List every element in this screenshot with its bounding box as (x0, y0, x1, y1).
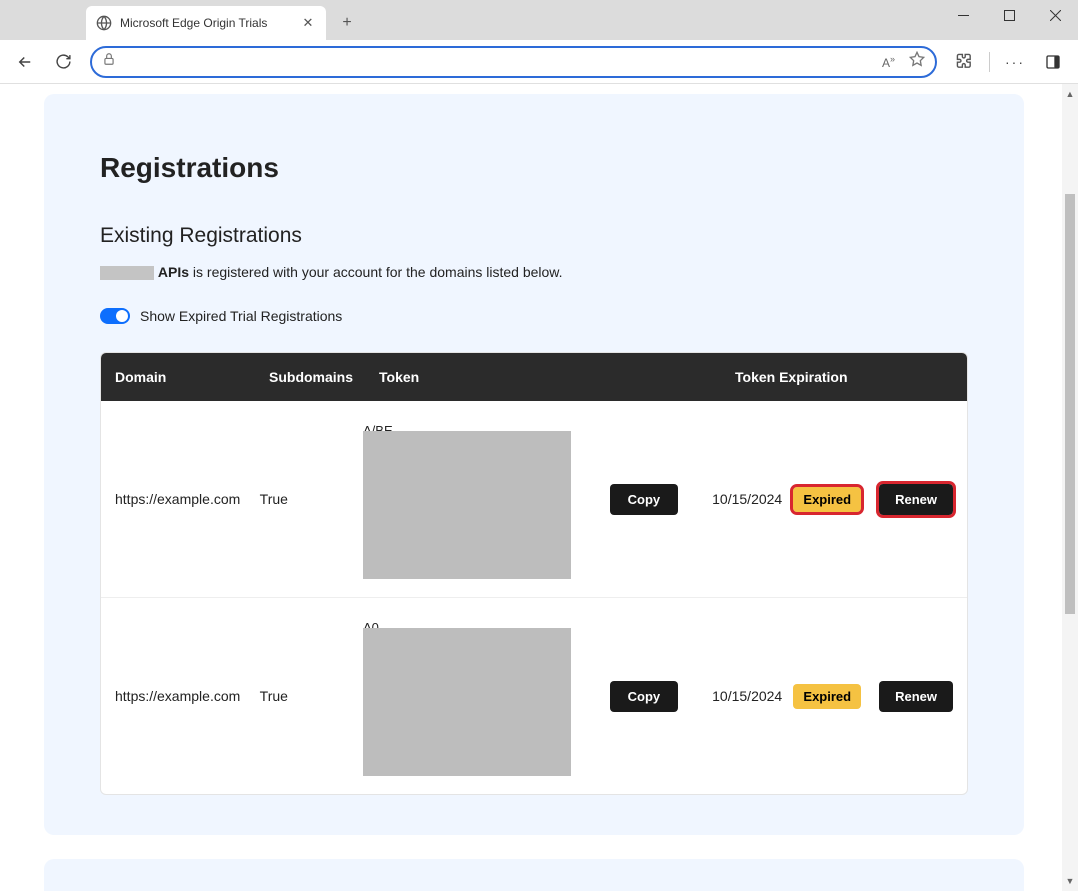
copy-button[interactable]: Copy (610, 681, 679, 712)
show-expired-toggle[interactable] (100, 308, 130, 324)
cell-token: A/BEV w c l G E F QDE (363, 421, 570, 577)
renew-button[interactable]: Renew (879, 681, 953, 712)
status-badge: Expired (793, 487, 861, 512)
back-button[interactable] (8, 45, 42, 79)
maximize-button[interactable] (986, 0, 1032, 30)
existing-heading: Existing Registrations (100, 224, 968, 248)
registrations-card: Registrations Existing Registrations API… (44, 94, 1024, 835)
redacted-token (363, 431, 571, 579)
header-subdomains: Subdomains (269, 369, 379, 385)
cell-expiration: 10/15/2024 (712, 688, 785, 704)
menu-button[interactable]: ··· (998, 45, 1032, 79)
scrollbar-thumb[interactable] (1065, 194, 1075, 614)
new-registration-card: New Origin Trial Registration (44, 859, 1024, 891)
sidebar-button[interactable] (1036, 45, 1070, 79)
cell-token: A0g l p E v 0cnviiQ (363, 618, 570, 774)
redacted-token (363, 628, 571, 776)
existing-description: APIs is registered with your account for… (100, 264, 968, 280)
cell-expiration: 10/15/2024 (712, 491, 785, 507)
tab-title: Microsoft Edge Origin Trials (120, 16, 292, 30)
table-header: Domain Subdomains Token Token Expiration (101, 353, 967, 401)
read-aloud-icon[interactable]: A» (882, 54, 895, 70)
browser-tab[interactable]: Microsoft Edge Origin Trials ✕ (86, 6, 326, 40)
scroll-down-arrow[interactable]: ▼ (1062, 873, 1078, 889)
cell-subdomains: True (260, 688, 363, 704)
close-icon[interactable]: ✕ (300, 15, 316, 31)
cell-domain: https://example.com (115, 688, 260, 704)
extensions-button[interactable] (947, 45, 981, 79)
lock-icon (102, 52, 116, 71)
browser-titlebar: Microsoft Edge Origin Trials ✕ + (0, 0, 1078, 40)
window-controls (940, 0, 1078, 40)
refresh-button[interactable] (46, 45, 80, 79)
address-bar[interactable]: A» (90, 46, 937, 78)
status-badge: Expired (793, 684, 861, 709)
toggle-label: Show Expired Trial Registrations (140, 308, 342, 324)
toggle-row: Show Expired Trial Registrations (100, 308, 968, 324)
header-domain: Domain (115, 369, 269, 385)
cell-domain: https://example.com (115, 491, 260, 507)
header-expiration: Token Expiration (735, 369, 953, 385)
favorite-icon[interactable] (909, 51, 925, 72)
registrations-table: Domain Subdomains Token Token Expiration… (100, 352, 968, 795)
table-row: https://example.com True A0g l p E v 0cn… (101, 598, 967, 794)
page-title: Registrations (100, 152, 968, 184)
renew-button[interactable]: Renew (879, 484, 953, 515)
new-tab-button[interactable]: + (332, 8, 362, 38)
cell-subdomains: True (260, 491, 363, 507)
header-token: Token (379, 369, 735, 385)
redacted-text (100, 266, 154, 280)
toolbar-divider (989, 52, 990, 72)
page-content: Registrations Existing Registrations API… (0, 84, 1062, 891)
scroll-up-arrow[interactable]: ▲ (1062, 86, 1078, 102)
table-row: https://example.com True A/BEV w c l G E… (101, 401, 967, 598)
copy-button[interactable]: Copy (610, 484, 679, 515)
minimize-button[interactable] (940, 0, 986, 30)
close-window-button[interactable] (1032, 0, 1078, 30)
browser-toolbar: A» ··· (0, 40, 1078, 84)
scrollbar[interactable]: ▲ ▼ (1062, 84, 1078, 891)
globe-icon (96, 15, 112, 31)
